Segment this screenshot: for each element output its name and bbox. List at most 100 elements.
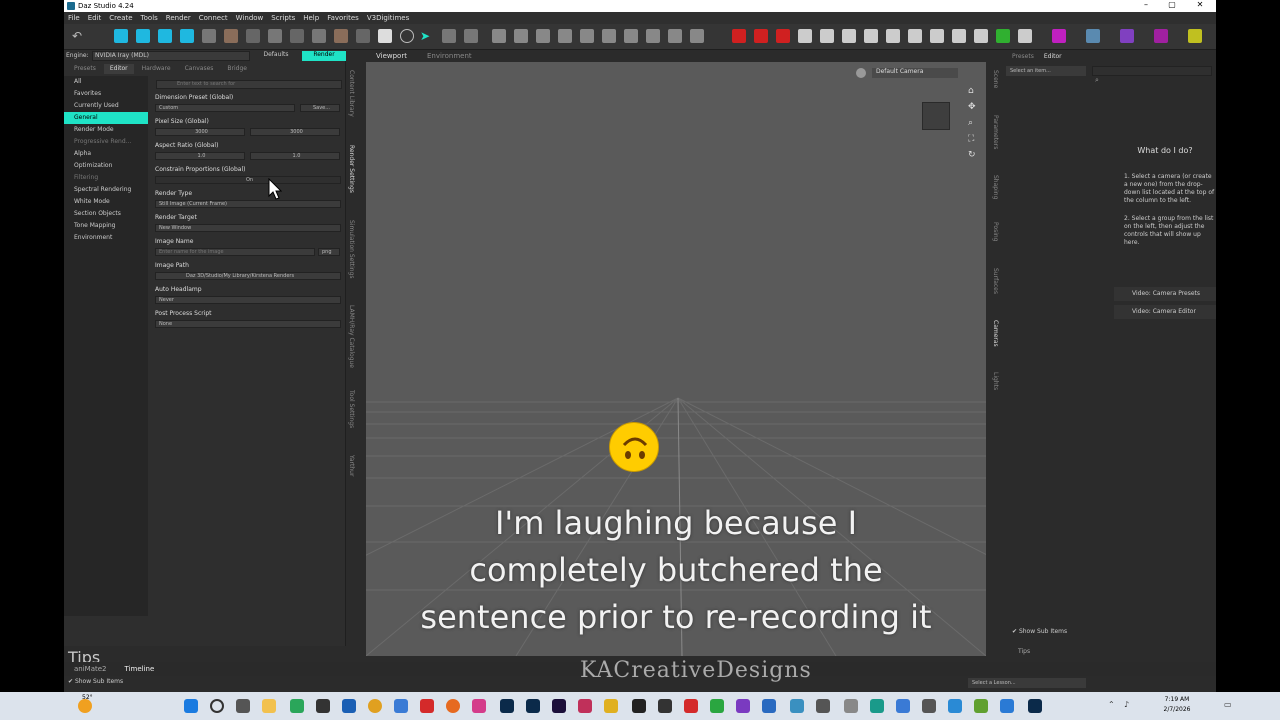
tab-environment[interactable]: Environment [427, 52, 472, 60]
toolbar-icon[interactable] [646, 29, 660, 43]
vtab-content-library[interactable]: Content Library [348, 70, 355, 117]
toolbar-icon[interactable] [690, 29, 704, 43]
constrain-toggle[interactable]: On [155, 176, 341, 184]
category-general[interactable]: General [64, 112, 148, 124]
wifi-icon[interactable]: ⌃ [1108, 700, 1115, 709]
viewport[interactable]: Default Camera ⌂ ✥ ⌕ ⛶ ↻ I'm laughing be… [366, 62, 986, 656]
aspect-width-field[interactable]: 1.0 [155, 152, 245, 160]
toolbar-icon[interactable] [1052, 29, 1066, 43]
menu-tools[interactable]: Tools [141, 14, 158, 22]
menu-create[interactable]: Create [109, 14, 132, 22]
photoshop-icon[interactable] [500, 699, 514, 713]
tab-editor[interactable]: Editor [103, 64, 134, 74]
figure-icon[interactable] [202, 29, 216, 43]
lesson-select[interactable]: Select a Lesson... [968, 678, 1086, 688]
notification-icon[interactable]: ▭ [1224, 700, 1232, 709]
app-icon[interactable] [896, 699, 910, 713]
vtab-lamh-catalogue[interactable]: LAMH/Ray Catalogue [348, 305, 355, 368]
orbit-icon[interactable]: ↻ [968, 150, 976, 160]
toolbar-icon[interactable] [776, 29, 790, 43]
vtab-yarthur[interactable]: Yarthur [348, 455, 355, 476]
toolbar-icon[interactable] [908, 29, 922, 43]
frame-icon[interactable]: ⛶ [968, 134, 974, 144]
navigation-cube[interactable] [922, 102, 950, 130]
zoom-icon[interactable]: ⌕ [968, 118, 973, 128]
chrome-icon[interactable] [368, 699, 382, 713]
category-currently-used[interactable]: Currently Used [64, 100, 148, 112]
toolbar-icon[interactable] [1120, 29, 1134, 43]
render-type-select[interactable]: Still Image (Current Frame) [155, 200, 341, 208]
toolbar-icon[interactable] [136, 29, 150, 43]
vtab-lights[interactable]: Lights [992, 372, 999, 390]
pixel-height-field[interactable]: 3000 [250, 128, 340, 136]
menu-render[interactable]: Render [166, 14, 191, 22]
toolbar-icon[interactable] [464, 29, 478, 43]
weather-icon[interactable] [78, 699, 92, 713]
close-button[interactable]: ✕ [1188, 0, 1212, 9]
toolbar-icon[interactable] [312, 29, 326, 43]
defaults-button[interactable]: Defaults [252, 51, 300, 61]
category-tone-mapping[interactable]: Tone Mapping [64, 220, 148, 232]
select-arrow-icon[interactable]: ➤ [420, 29, 434, 43]
tab-animate2[interactable]: aniMate2 [74, 665, 107, 673]
render-target-select[interactable]: New Window [155, 224, 341, 232]
category-optimization[interactable]: Optimization [64, 160, 148, 172]
undo-icon[interactable]: ↶ [72, 29, 86, 43]
tab-timeline[interactable]: Timeline [125, 665, 155, 673]
menu-favorites[interactable]: Favorites [327, 14, 359, 22]
category-spectral-rendering[interactable]: Spectral Rendering [64, 184, 148, 196]
windows-start-icon[interactable] [184, 699, 198, 713]
toolbar-icon[interactable] [886, 29, 900, 43]
app-icon[interactable] [736, 699, 750, 713]
tab-presets[interactable]: Presets [68, 64, 102, 74]
toolbar-icon[interactable] [1154, 29, 1168, 43]
vtab-parameters[interactable]: Parameters [992, 115, 999, 149]
category-all[interactable]: All [64, 76, 148, 88]
toolbar-icon[interactable] [624, 29, 638, 43]
app-icon[interactable] [1000, 699, 1014, 713]
vtab-posing[interactable]: Posing [992, 222, 999, 241]
menu-help[interactable]: Help [303, 14, 319, 22]
tab-presets-right[interactable]: Presets [1012, 53, 1034, 60]
post-script-select[interactable]: None [155, 320, 341, 328]
app-icon[interactable] [948, 699, 962, 713]
menu-connect[interactable]: Connect [199, 14, 228, 22]
category-favorites[interactable]: Favorites [64, 88, 148, 100]
image-path-field[interactable]: Daz 3D/Studio/My Library/Kirstena Render… [155, 272, 341, 280]
toolbar-icon[interactable] [536, 29, 550, 43]
image-format-select[interactable]: png [318, 248, 340, 256]
toolbar-icon[interactable] [754, 29, 768, 43]
vtab-tool-settings[interactable]: Tool Settings [348, 390, 355, 428]
toolbar-icon[interactable] [1188, 29, 1202, 43]
category-render-mode[interactable]: Render Mode [64, 124, 148, 136]
menu-window[interactable]: Window [236, 14, 264, 22]
headlamp-select[interactable]: Never [155, 296, 341, 304]
toolbar-icon[interactable] [290, 29, 304, 43]
maximize-button[interactable]: ▢ [1160, 0, 1184, 9]
tab-canvases[interactable]: Canvases [179, 64, 220, 74]
dimension-preset-select[interactable]: Custom [155, 104, 295, 112]
toolbar-icon[interactable] [668, 29, 682, 43]
pixel-width-field[interactable]: 3000 [155, 128, 245, 136]
toolbar-icon[interactable] [602, 29, 616, 43]
toolbar-icon[interactable] [1086, 29, 1100, 43]
app-icon[interactable] [632, 699, 646, 713]
video-camera-editor-link[interactable]: Video: Camera Editor [1114, 305, 1216, 319]
app-icon[interactable] [684, 699, 698, 713]
search-input-right[interactable]: ⌕ [1092, 66, 1212, 84]
app-icon[interactable] [604, 699, 618, 713]
show-sub-items-checkbox[interactable]: ✔ Show Sub Items [68, 678, 123, 685]
toolbar-icon[interactable] [732, 29, 746, 43]
app-icon[interactable] [816, 699, 830, 713]
toolbar-icon[interactable] [492, 29, 506, 43]
photoshop-icon[interactable] [1028, 699, 1042, 713]
show-sub-items-checkbox-right[interactable]: ✔ Show Sub Items [1012, 628, 1067, 635]
toolbar-icon[interactable] [442, 29, 456, 43]
vtab-surfaces[interactable]: Surfaces [992, 268, 999, 294]
category-white-mode[interactable]: White Mode [64, 196, 148, 208]
toolbar-icon[interactable] [114, 29, 128, 43]
lightroom-icon[interactable] [526, 699, 540, 713]
app-icon[interactable] [844, 699, 858, 713]
app-icon[interactable] [710, 699, 724, 713]
toolbar-icon[interactable] [246, 29, 260, 43]
